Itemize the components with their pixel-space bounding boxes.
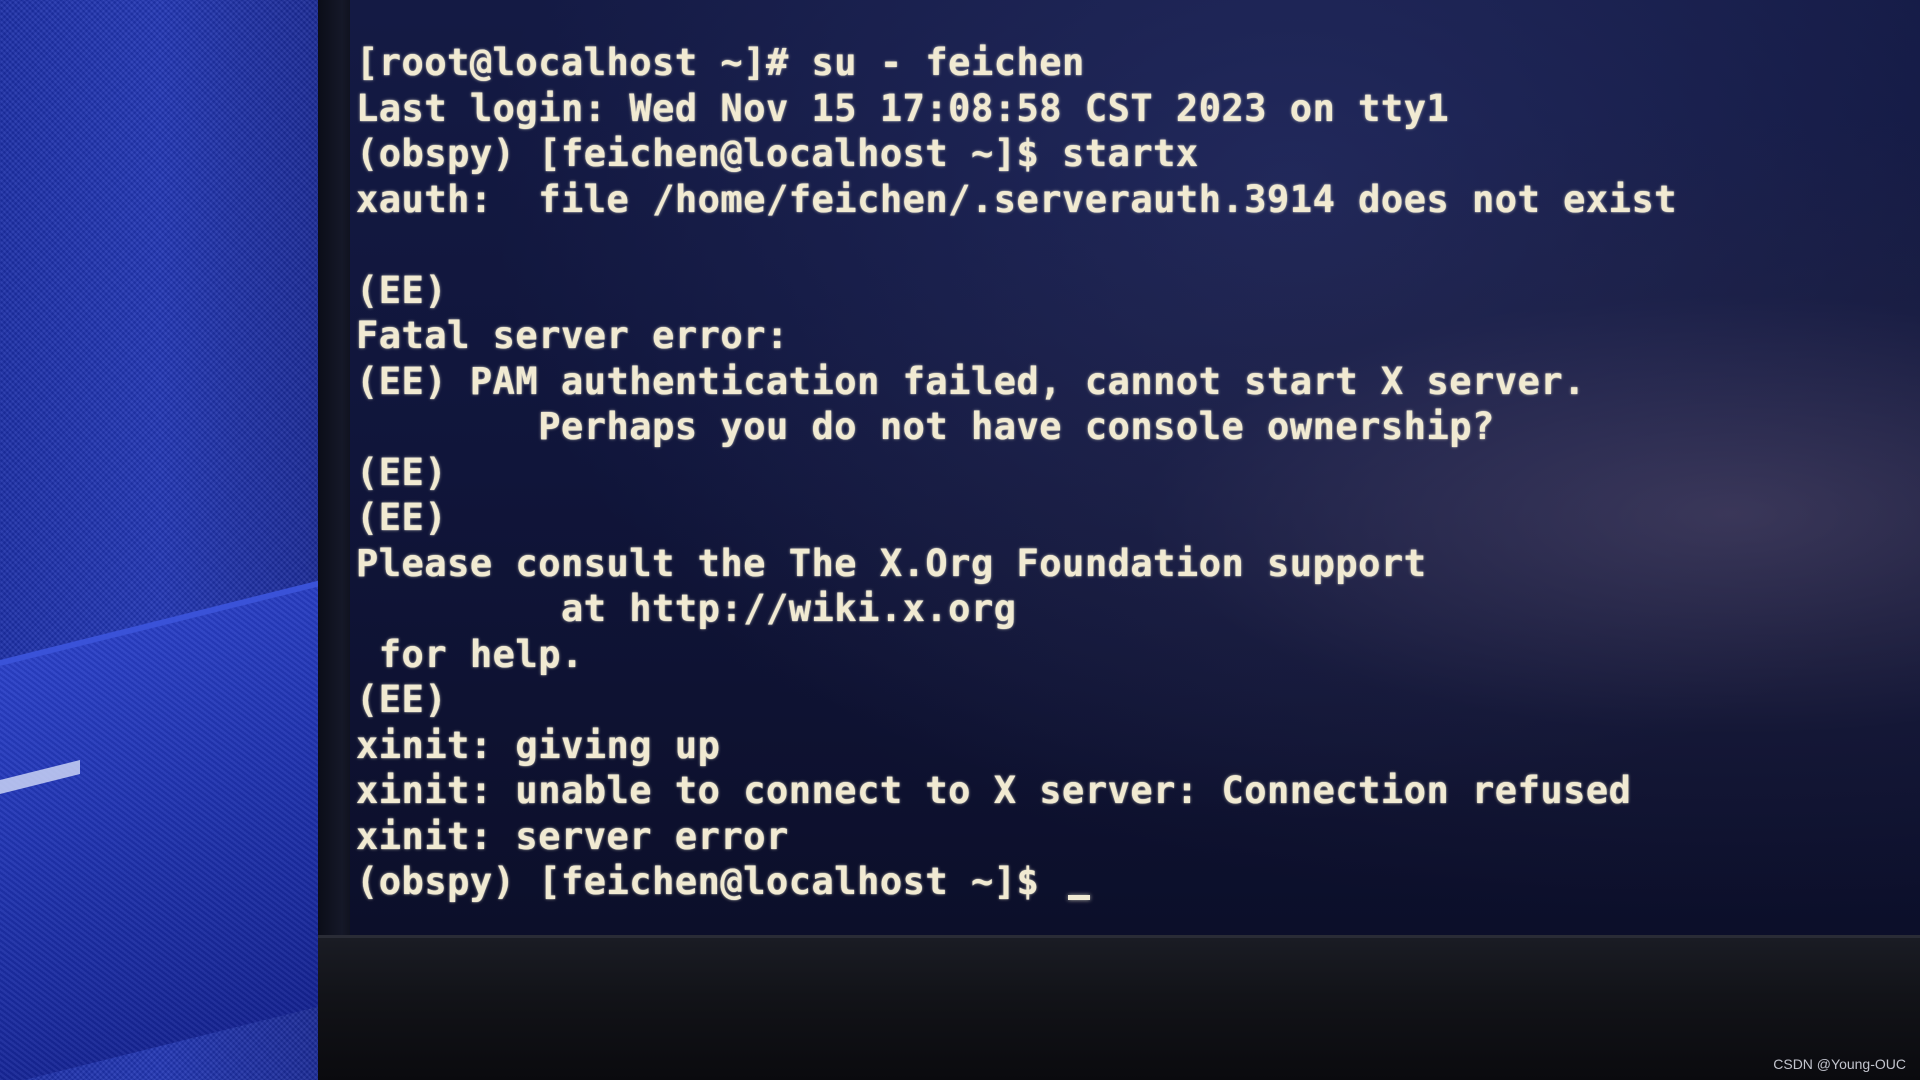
terminal-line: (obspy) [feichen@localhost ~]$ startx bbox=[356, 132, 1199, 175]
terminal-line: xinit: giving up bbox=[356, 723, 721, 767]
terminal-line: Fatal server error: bbox=[356, 314, 789, 357]
fabric-partition-edge bbox=[0, 577, 330, 1080]
terminal-line: xauth: file /home/feichen/.serverauth.39… bbox=[356, 177, 1678, 221]
monitor-bezel-bottom bbox=[318, 935, 1920, 1080]
watermark: CSDN @Young-OUC bbox=[1773, 1056, 1906, 1072]
console-terminal[interactable]: [root@localhost ~]# su - feichen Last lo… bbox=[356, 40, 1896, 905]
terminal-line: Perhaps you do not have console ownershi… bbox=[356, 405, 1495, 448]
terminal-line: (EE) bbox=[356, 496, 448, 539]
shell-prompt: (obspy) [feichen@localhost ~]$ bbox=[356, 860, 1063, 903]
terminal-line: Please consult the The X.Org Foundation … bbox=[356, 541, 1427, 585]
terminal-line: xinit: server error bbox=[356, 814, 789, 858]
terminal-line: Last login: Wed Nov 15 17:08:58 CST 2023… bbox=[356, 86, 1450, 130]
terminal-line: (EE) bbox=[356, 678, 448, 721]
terminal-line: (EE) bbox=[356, 450, 448, 494]
terminal-line: (EE) PAM authentication failed, cannot s… bbox=[356, 359, 1586, 403]
terminal-line: [root@localhost ~]# su - feichen bbox=[356, 41, 1085, 84]
terminal-prompt-line[interactable]: (obspy) [feichen@localhost ~]$ bbox=[356, 859, 1896, 905]
terminal-line: for help. bbox=[356, 632, 584, 676]
terminal-line: xinit: unable to connect to X server: Co… bbox=[356, 769, 1632, 812]
text-cursor bbox=[1068, 895, 1091, 900]
photo-scene: [root@localhost ~]# su - feichen Last lo… bbox=[0, 0, 1920, 1080]
monitor-screen[interactable]: [root@localhost ~]# su - feichen Last lo… bbox=[350, 0, 1920, 935]
terminal-line: at http://wiki.x.org bbox=[356, 587, 1017, 630]
terminal-line: (EE) bbox=[356, 268, 448, 312]
